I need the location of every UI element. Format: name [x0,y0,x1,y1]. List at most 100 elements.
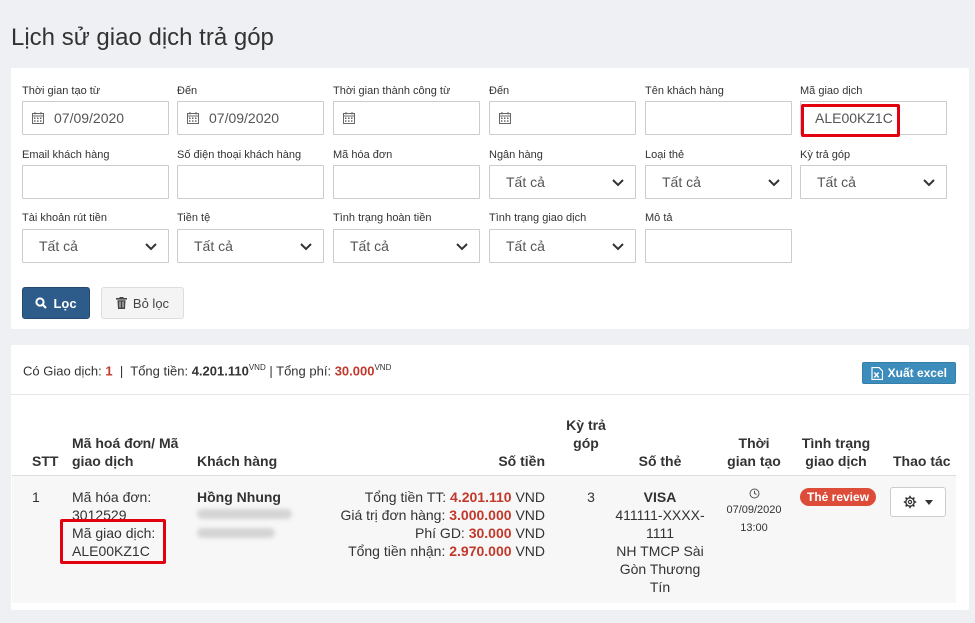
success-to-input[interactable] [489,101,636,135]
amount-unit: VND [515,525,545,541]
row-amount-order: Giá trị đơn hàng: 3.000.000 VND [330,506,545,524]
amount-total-value: 4.201.110 [450,489,512,505]
filter-card-type: Loại thẻ Tất cả [645,148,792,199]
installment-term-select[interactable]: Tất cả [800,165,947,199]
summary-bar: Có Giao dịch: 1 | Tổng tiền: 4.201.110VN… [11,345,969,395]
summary-fee-unit: VND [374,363,392,372]
summary-separator: | [119,363,124,379]
clear-filter-button-label: Bỏ lọc [132,295,170,311]
transaction-status-select[interactable]: Tất cả [489,229,636,263]
filter-customer-name: Tên khách hàng [645,84,792,135]
filter-customer-email: Email khách hàng [22,148,169,199]
filter-customer-phone-label: Số điện thoại khách hàng [177,149,302,161]
row-card: VISA 411111-XXXX-1111 NH TMCP Sài Gòn Th… [610,488,710,596]
col-header-stt: STT [32,453,59,469]
summary-total-unit: VND [248,363,266,372]
filter-customer-phone: Số điện thoại khách hàng [177,148,324,199]
bank-value: Tất cả [506,174,545,190]
card-type-select[interactable]: Tất cả [645,165,792,199]
chevron-down-icon [612,243,624,251]
filter-transaction-code: Mã giao dịch ALE00KZ1C [800,84,947,135]
created-from-input[interactable]: 07/09/2020 [22,101,169,135]
row-created: 07/09/2020 13:00 [722,488,786,537]
filter-success-to: Đến [489,84,636,135]
summary-count-label: Có Giao dịch: [23,363,102,379]
filter-description: Mô tả [645,211,792,263]
refund-status-select[interactable]: Tất cả [333,229,480,263]
page-title: Lịch sử giao dịch trả góp [11,24,274,51]
row-stt: 1 [32,489,40,505]
customer-phone-input[interactable] [177,165,324,199]
filter-installment-term-label: Kỳ trả góp [800,149,851,161]
filter-created-to: Đến 07/09/2020 [177,84,324,135]
summary-count: 1 [105,363,113,379]
amount-fee-value: 30.000 [468,525,512,541]
filter-button[interactable]: Lọc [22,287,90,319]
clear-filter-button[interactable]: Bỏ lọc [101,287,184,319]
col-header-customer: Khách hàng [197,453,278,469]
chevron-down-icon [456,243,468,251]
filter-description-label: Mô tả [645,212,673,224]
created-to-value: 07/09/2020 [209,110,280,126]
row-term: 3 [587,489,595,505]
invoice-code-input[interactable] [333,165,480,199]
filter-invoice-code: Mã hóa đơn [333,148,480,199]
col-header-amount: Số tiền [498,453,545,469]
filter-created-from: Thời gian tạo từ 07/09/2020 [22,84,169,135]
filter-installment-term: Kỳ trả góp Tất cả [800,148,947,199]
bank-select[interactable]: Tất cả [489,165,636,199]
customer-email-input[interactable] [22,165,169,199]
filter-bank: Ngân hàng Tất cả [489,148,636,199]
trash-icon [115,297,127,309]
summary-total: 4.201.110 [191,363,249,379]
filter-transaction-status: Tình trạng giao dịch Tất cả [489,211,636,263]
card-type-value: Tất cả [662,174,701,190]
filter-created-to-label: Đến [177,85,198,97]
filter-currency: Tiền tệ Tất cả [177,211,324,263]
chevron-down-icon [768,179,780,187]
amount-fee-label: Phí GD: [415,525,465,541]
amount-order-value: 3.000.000 [449,507,512,523]
amount-received-label: Tổng tiền nhận: [348,543,446,559]
export-excel-button[interactable]: Xuất excel [861,362,956,384]
currency-select[interactable]: Tất cả [177,229,324,263]
filter-customer-name-label: Tên khách hàng [645,85,724,97]
row-card-brand: VISA [643,489,677,505]
filter-withdraw-account: Tài khoản rút tiền Tất cả [22,211,169,263]
amount-unit: VND [515,507,545,523]
filter-success-from-label: Thời gian thành công từ [333,85,451,97]
row-amount-total: Tổng tiền TT: 4.201.110 VND [330,488,545,506]
filter-success-from: Thời gian thành công từ [333,84,480,135]
row-actions-button[interactable] [890,487,946,517]
customer-name-input[interactable] [645,101,792,135]
filter-currency-label: Tiền tệ [177,212,211,224]
created-to-input[interactable]: 07/09/2020 [177,101,324,135]
filter-created-from-label: Thời gian tạo từ [22,85,101,97]
refund-status-value: Tất cả [350,238,389,254]
filter-button-label: Lọc [53,295,77,311]
withdraw-account-value: Tất cả [39,238,78,254]
chevron-down-icon [612,179,624,187]
row-amounts: Tổng tiền TT: 4.201.110 VND Giá trị đơn … [330,488,545,560]
calendar-icon [499,112,511,124]
amount-received-value: 2.970.000 [449,543,512,559]
success-from-input[interactable] [333,101,480,135]
withdraw-account-select[interactable]: Tất cả [22,229,169,263]
chevron-down-icon [923,179,935,187]
row-transaction-highlight [60,519,166,564]
clock-icon [749,488,759,499]
row-created-date: 07/09/2020 [726,504,782,516]
filter-invoice-code-label: Mã hóa đơn [333,149,393,161]
calendar-icon [343,112,355,124]
calendar-icon [32,112,44,124]
filter-card-type-label: Loại thẻ [645,149,685,161]
row-invoice-label: Mã hóa đơn: [72,489,152,505]
col-header-actions: Thao tác [893,453,951,469]
row-amount-received: Tổng tiền nhận: 2.970.000 VND [330,542,545,560]
filter-success-to-label: Đến [489,85,510,97]
description-input[interactable] [645,229,792,263]
row-amount-fee: Phí GD: 30.000 VND [330,524,545,542]
chevron-down-icon [145,243,157,251]
row-bank-name: NH TMCP Sài Gòn Thương Tín [616,543,704,595]
amount-unit: VND [515,543,545,559]
